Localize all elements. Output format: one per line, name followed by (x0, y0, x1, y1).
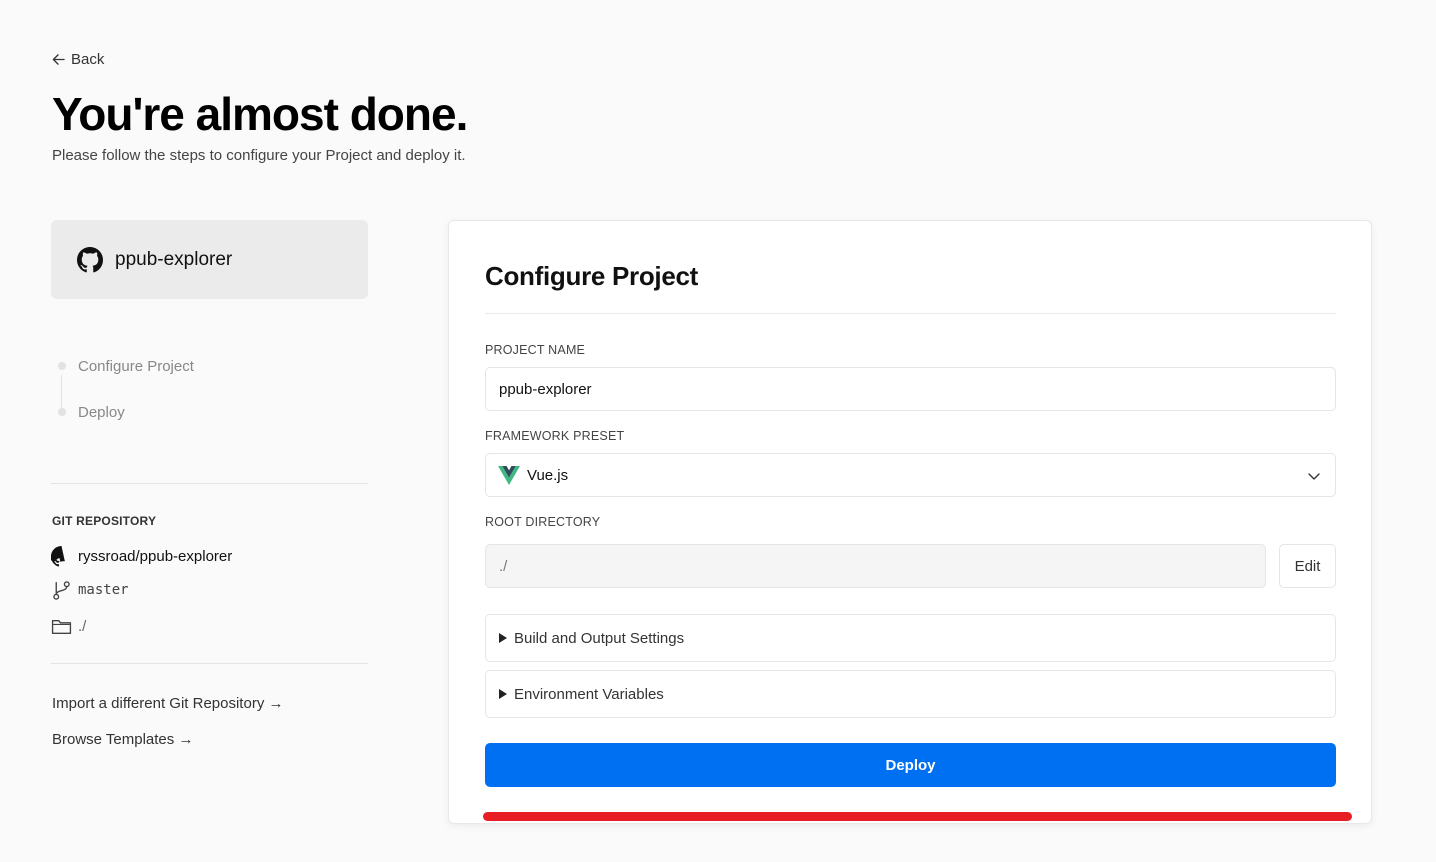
git-repository-row: ryssroad/ppub-explorer (51, 544, 232, 568)
git-directory-path: ./ (78, 617, 87, 635)
project-name-label: PROJECT NAME (485, 343, 586, 357)
git-branch-name: master (78, 582, 129, 598)
configure-project-title: Configure Project (485, 261, 699, 291)
page-subtitle: Please follow the steps to configure you… (52, 147, 466, 164)
step-deploy: Deploy (52, 398, 368, 426)
configure-project-card: Configure Project PROJECT NAME ppub-expl… (448, 220, 1372, 824)
step-dot (58, 408, 66, 416)
build-output-settings-toggle[interactable]: Build and Output Settings (485, 614, 1336, 662)
page-title: You're almost done. (52, 88, 468, 140)
environment-variables-toggle[interactable]: Environment Variables (485, 670, 1336, 718)
git-directory-row: ./ (51, 614, 86, 638)
root-directory-value: ./ (499, 557, 508, 575)
step-label: Deploy (78, 403, 125, 421)
repo-card: ppub-explorer (51, 220, 368, 299)
repo-card-name: ppub-explorer (115, 248, 233, 270)
project-name-input[interactable]: ppub-explorer (485, 367, 1336, 411)
arrow-left-icon (52, 53, 65, 65)
import-different-repo-link[interactable]: Import a different Git Repository → (52, 695, 283, 712)
step-label: Configure Project (78, 357, 194, 375)
environment-variables-label: Environment Variables (514, 685, 664, 703)
disclosure-triangle-icon (499, 689, 507, 699)
chevron-down-icon (1308, 473, 1320, 480)
git-branch-row: master (51, 578, 129, 602)
git-repository-name: ryssroad/ppub-explorer (78, 547, 233, 565)
github-icon (51, 545, 65, 566)
github-icon (77, 246, 103, 272)
back-label: Back (71, 50, 105, 68)
deploy-button[interactable]: Deploy (485, 743, 1336, 787)
card-divider (485, 313, 1336, 314)
disclosure-triangle-icon (499, 633, 507, 643)
framework-preset-value: Vue.js (527, 466, 569, 484)
browse-templates-link[interactable]: Browse Templates → (52, 731, 193, 748)
folder-icon (51, 619, 72, 634)
edit-root-directory-button[interactable]: Edit (1279, 544, 1336, 588)
step-dot (58, 362, 66, 370)
framework-preset-select[interactable]: Vue.js (485, 453, 1336, 497)
vue-logo-icon (498, 465, 520, 485)
git-branch-icon (53, 580, 70, 600)
root-directory-input: ./ (485, 544, 1266, 588)
back-link[interactable]: Back (52, 48, 104, 70)
root-directory-label: ROOT DIRECTORY (485, 515, 601, 529)
build-output-settings-label: Build and Output Settings (514, 629, 685, 647)
framework-preset-label: FRAMEWORK PRESET (485, 429, 625, 443)
project-name-value: ppub-explorer (499, 380, 592, 398)
progress-bar (483, 812, 1352, 821)
git-repository-heading: GIT REPOSITORY (52, 514, 157, 528)
steps-list: Configure Project Deploy (52, 352, 368, 444)
sidebar-divider (51, 663, 368, 664)
step-configure-project: Configure Project (52, 352, 368, 380)
sidebar-divider (51, 483, 368, 484)
